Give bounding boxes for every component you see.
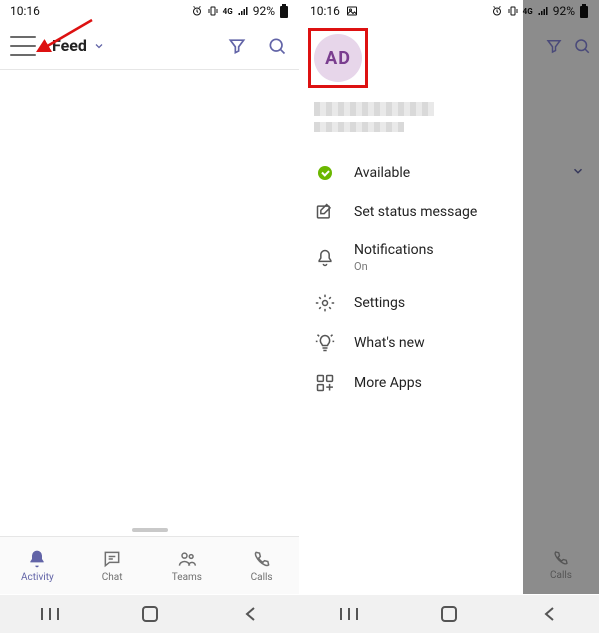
menu-label: More Apps [354,375,422,391]
tab-calls[interactable]: Calls [224,537,299,594]
user-name-redacted [314,102,434,116]
menu-item-whats-new[interactable]: What's new [314,323,585,363]
recents-icon [338,606,360,622]
search-icon [573,37,591,55]
chevron-down-icon [571,164,585,178]
lightbulb-icon [315,333,335,353]
chat-icon [102,549,122,569]
avatar-initials: AD [325,48,351,69]
menu-item-more-apps[interactable]: More Apps [314,363,585,403]
menu-item-set-status[interactable]: Set status message [314,192,585,232]
image-icon [346,5,358,17]
menu-item-notifications[interactable]: Notifications On [314,232,585,283]
background-tab-calls: Calls [523,536,599,594]
menu-item-presence[interactable]: Available [314,154,585,192]
phone-icon [552,549,570,567]
vibrate-icon [507,5,519,17]
app-header: Feed [0,22,299,70]
filter-button[interactable] [225,34,249,58]
tab-teams[interactable]: Teams [150,537,225,594]
signal-icon [237,5,249,17]
menu-label: Notifications [354,242,434,258]
search-button[interactable] [265,34,289,58]
background-header-icons [523,22,599,70]
menu-label: What's new [354,335,425,351]
battery-pct: 92% [553,4,575,18]
menu-item-settings[interactable]: Settings [314,283,585,323]
user-email-redacted [314,122,404,132]
back-icon [243,606,257,622]
people-icon [177,549,197,569]
alarm-icon [491,5,503,17]
bell-icon [27,549,47,569]
status-time: 10:16 [10,4,40,18]
tab-calls-label: Calls [251,572,273,583]
network-type-label: 4G [223,7,233,16]
battery-icon [579,4,589,18]
tab-activity-label: Activity [21,572,54,583]
phone-icon [252,549,272,569]
background-tab-calls-label: Calls [550,570,572,581]
header-title[interactable]: Feed [52,36,87,55]
profile-drawer: AD Available Set status message [300,22,599,403]
recents-icon [39,606,61,622]
menu-label: Set status message [354,204,477,220]
battery-pct: 92% [253,4,275,18]
hamburger-menu-button[interactable] [10,36,36,56]
bottom-nav: Activity Chat Teams Calls [0,536,299,594]
chevron-down-icon[interactable] [93,40,105,52]
tab-chat-label: Chat [102,572,123,583]
bell-outline-icon [315,248,335,268]
android-recents-button[interactable] [20,606,80,622]
menu-label: Settings [354,295,405,311]
tab-chat[interactable]: Chat [75,537,150,594]
edit-note-icon [315,202,335,222]
android-status-bar: 10:16 4G 92% [300,0,599,22]
back-icon [542,606,556,622]
apps-grid-icon [315,373,335,393]
drag-handle[interactable] [132,528,168,532]
status-time: 10:16 [310,4,340,18]
tab-teams-label: Teams [172,572,202,583]
android-recents-button[interactable] [319,606,379,622]
android-back-button[interactable] [220,606,280,622]
android-status-bar: 10:16 4G 92% [0,0,299,22]
home-icon [141,605,159,623]
vibrate-icon [207,5,219,17]
menu-sublabel: On [354,260,434,273]
status-icons-cluster: 4G 92% [191,4,289,18]
android-home-button[interactable] [120,605,180,623]
presence-available-icon [318,166,332,180]
android-system-nav [0,595,599,633]
filter-icon [227,36,247,56]
presence-label: Available [354,165,410,181]
search-icon [267,36,287,56]
network-type-label: 4G [523,7,533,16]
android-back-button[interactable] [519,606,579,622]
status-icons-cluster: 4G 92% [491,4,589,18]
battery-icon [279,4,289,18]
signal-icon [537,5,549,17]
home-icon [440,605,458,623]
android-home-button[interactable] [419,605,479,623]
gear-icon [315,293,335,313]
filter-icon [545,37,563,55]
tab-activity[interactable]: Activity [0,537,75,594]
alarm-icon [191,5,203,17]
avatar[interactable]: AD [314,34,362,82]
profile-menu: Available Set status message Notificatio… [314,154,585,403]
